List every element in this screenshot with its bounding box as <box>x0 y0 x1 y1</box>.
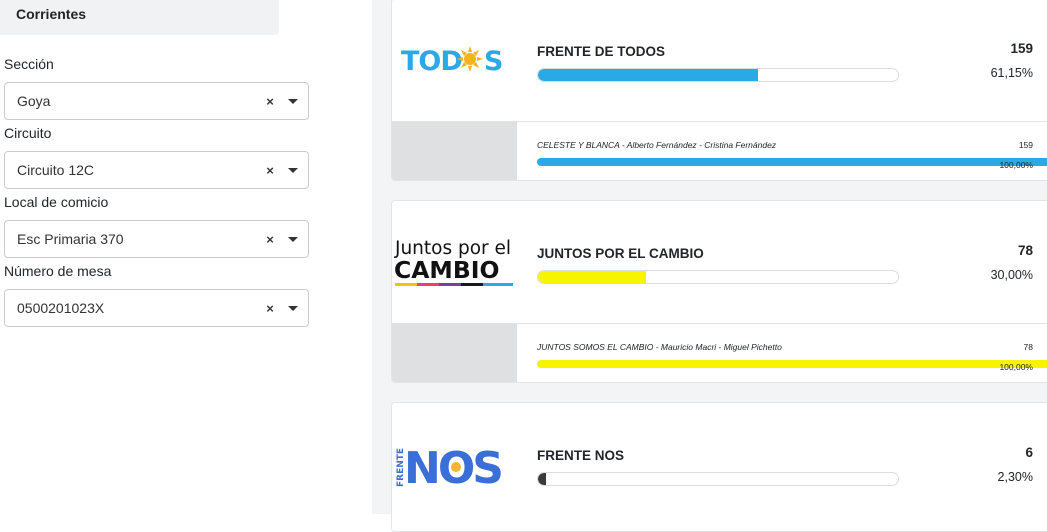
province-name: Corrientes <box>16 6 87 22</box>
cambio-logo-mark: Juntos por el CAMBIO <box>394 238 513 286</box>
result-card-frente-nos: FRENTE NOS FRENTE NOS 6 2,30% <box>391 402 1047 532</box>
party-vote-bar <box>537 472 899 486</box>
party-percent: 61,15% <box>990 66 1033 80</box>
party-vote-bar-fill <box>538 271 646 283</box>
section-select[interactable]: Goya × <box>4 82 309 120</box>
polling-place-label: Local de comicio <box>4 194 109 210</box>
table-number-select[interactable]: 0500201023X × <box>4 289 309 327</box>
todos-logo-mark: TOD S <box>401 46 503 76</box>
circuit-value: Circuito 12C <box>17 162 95 178</box>
party-votes: 159 <box>1010 41 1033 56</box>
party-name: JUNTOS POR EL CAMBIO <box>537 246 704 261</box>
candidate-list: CELESTE Y BLANCA - Alberto Fernández - C… <box>537 140 777 150</box>
nos-logo-mark: FRENTE NOS <box>396 443 504 489</box>
candidate-vote-bar <box>537 360 1047 368</box>
candidate-row: CELESTE Y BLANCA - Alberto Fernández - C… <box>392 121 1047 180</box>
candidate-row: JUNTOS SOMOS EL CAMBIO - Mauricio Macri … <box>392 323 1047 382</box>
candidate-row-spacer <box>392 324 517 382</box>
party-percent: 30,00% <box>990 268 1033 282</box>
candidate-votes: 159 <box>1018 140 1033 150</box>
todos-logo-text-2: S <box>484 46 503 76</box>
party-vote-bar-fill <box>538 473 547 485</box>
candidate-votes: 78 <box>1023 342 1033 352</box>
table-number-clear-icon[interactable]: × <box>262 301 278 316</box>
party-name: FRENTE NOS <box>537 448 625 463</box>
party-votes: 78 <box>1017 243 1033 258</box>
candidate-list: JUNTOS SOMOS EL CAMBIO - Mauricio Macri … <box>537 342 782 352</box>
party-name: FRENTE DE TODOS <box>537 44 666 59</box>
candidate-percent: 100,00% <box>999 362 1033 372</box>
party-vote-bar-fill <box>538 69 759 81</box>
juntos-por-el-cambio-logo: Juntos por el CAMBIO <box>392 201 517 323</box>
party-votes: 6 <box>1025 445 1033 460</box>
circuit-label: Circuito <box>4 125 52 141</box>
polling-place-clear-icon[interactable]: × <box>262 232 278 247</box>
party-vote-bar <box>537 270 899 284</box>
section-clear-icon[interactable]: × <box>262 94 278 109</box>
todos-logo-text-1: TOD <box>401 46 462 76</box>
table-number-value: 0500201023X <box>17 300 105 316</box>
frente-nos-logo: FRENTE NOS <box>392 403 517 525</box>
polling-place-value: Esc Primaria 370 <box>17 231 124 247</box>
circuit-select[interactable]: Circuito 12C × <box>4 151 309 189</box>
section-label: Sección <box>4 56 54 72</box>
filters-sidebar: Corrientes Sección Goya × Circuito Circu… <box>0 0 372 514</box>
result-card-frente-de-todos: TOD S FRENTE DE TODOS 159 61,15% CELESTE… <box>391 0 1047 181</box>
table-number-label: Número de mesa <box>4 263 112 279</box>
circuit-chevron-down-icon[interactable] <box>278 167 308 173</box>
polling-place-chevron-down-icon[interactable] <box>278 236 308 242</box>
candidate-vote-bar <box>537 158 1047 166</box>
polling-place-select[interactable]: Esc Primaria 370 × <box>4 220 309 258</box>
frente-de-todos-logo: TOD S <box>392 0 517 121</box>
party-vote-bar <box>537 68 899 82</box>
section-chevron-down-icon[interactable] <box>278 98 308 104</box>
section-value: Goya <box>17 93 51 109</box>
cambio-logo-text-2: CAMBIO <box>394 256 499 284</box>
table-number-chevron-down-icon[interactable] <box>278 305 308 311</box>
candidate-percent: 100,00% <box>999 160 1033 170</box>
candidate-row-spacer <box>392 122 517 180</box>
party-percent: 2,30% <box>997 470 1033 484</box>
result-card-juntos-por-el-cambio: Juntos por el CAMBIO JUNTOS POR EL CAMBI… <box>391 200 1047 383</box>
circuit-clear-icon[interactable]: × <box>262 163 278 178</box>
results-panel: TOD S FRENTE DE TODOS 159 61,15% CELESTE… <box>372 0 1047 532</box>
province-header: Corrientes <box>0 0 279 35</box>
